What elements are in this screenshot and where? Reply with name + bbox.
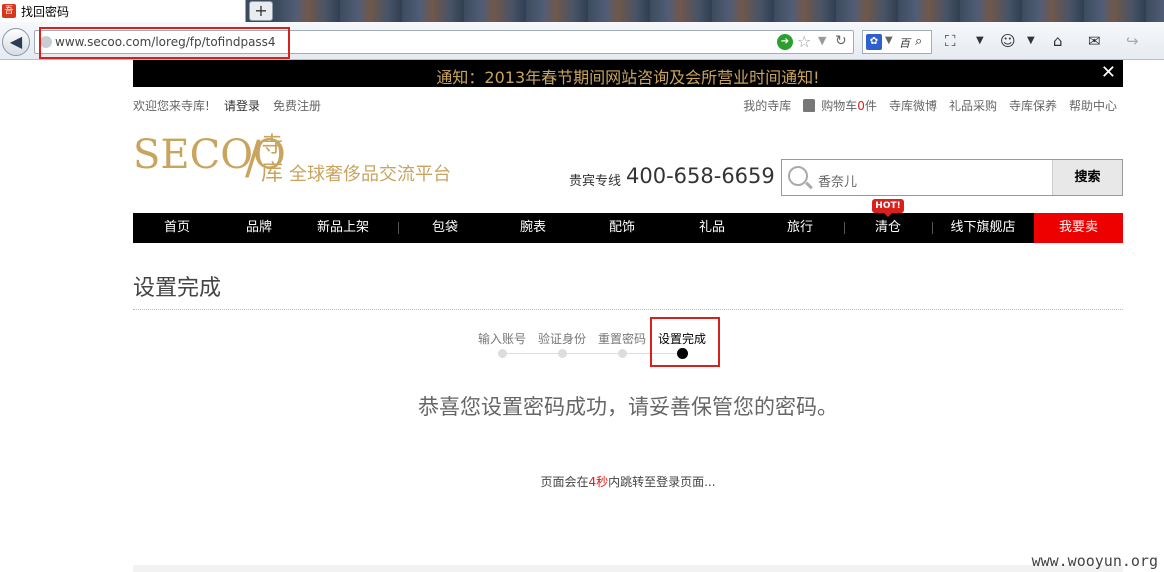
reload-icon[interactable]: ↻: [835, 33, 847, 49]
nav-item-new[interactable]: 新品上架: [297, 213, 389, 243]
nav-item-gifts[interactable]: 礼品: [667, 213, 757, 243]
bookmark-star-icon[interactable]: ☆: [797, 32, 811, 51]
cart-label: 购物车: [821, 99, 858, 113]
nav-item-accessories[interactable]: 配饰: [577, 213, 667, 243]
search-button[interactable]: 搜索: [1052, 160, 1122, 195]
footer-strip: [133, 565, 1123, 572]
register-link[interactable]: 免费注册: [273, 97, 321, 114]
logo-chars: 寺库: [261, 133, 284, 186]
cart-count: 0: [857, 99, 865, 113]
home-icon[interactable]: ⌂: [1053, 32, 1063, 50]
step-label-1: 输入账号: [478, 332, 527, 346]
notice-bar: 通知：2013年春节期间网站咨询及会所营业时间通知! ✕: [133, 60, 1123, 87]
url-highlight-box: [39, 27, 290, 59]
page-title: 设置完成: [133, 276, 222, 301]
nav-divider: [398, 222, 399, 234]
step-label-2: 验证身份: [538, 332, 587, 346]
share-icon[interactable]: ↪: [1126, 32, 1139, 50]
emoji-icon[interactable]: ☺: [1000, 32, 1016, 50]
hotline-label: 贵宾专线: [569, 174, 622, 189]
cart-link[interactable]: 购物车0件: [803, 97, 877, 114]
tab-title: 找回密码: [21, 4, 70, 19]
step-highlight-box: [650, 317, 720, 367]
success-message: 恭喜您设置密码成功，请妥善保管您的密码。: [418, 395, 838, 419]
screenshot-icon[interactable]: ⛶: [945, 32, 956, 50]
search-engine-icon[interactable]: ✿: [866, 34, 882, 50]
logo-slogan: 全球奢侈品交流平台: [289, 164, 451, 185]
nav-item-brand[interactable]: 品牌: [221, 213, 297, 243]
top-right-links: 我的寺库 购物车0件 寺库微博 礼品采购 寺库保养 帮助中心: [743, 97, 1117, 114]
nav-item-watches[interactable]: 腕表: [489, 213, 577, 243]
logo-slash: /: [245, 130, 261, 184]
search-icon[interactable]: ⌕: [915, 34, 922, 49]
welcome-text: 欢迎您来寺库!: [133, 99, 210, 113]
step-label-3: 重置密码: [598, 332, 647, 346]
hot-badge: HOT!: [872, 199, 904, 217]
redirect-suffix: 内跳转至登录页面...: [608, 475, 716, 489]
history-dropdown-icon[interactable]: ▼: [818, 34, 826, 47]
nav-item-offline-store[interactable]: 线下旗舰店: [933, 213, 1033, 243]
my-secoo-link[interactable]: 我的寺库: [743, 97, 791, 114]
search-engine-text: 百: [899, 37, 910, 50]
favicon-icon: 吾: [2, 4, 16, 18]
sell-button[interactable]: 我要卖: [1034, 213, 1123, 243]
redirect-message: 页面会在4秒内跳转至登录页面...: [133, 473, 1123, 490]
step-dot-2: [558, 349, 567, 358]
nav-item-clearance[interactable]: 清仓: [845, 213, 931, 243]
mail-icon[interactable]: ✉: [1088, 32, 1101, 50]
site-logo[interactable]: SECOO / 寺库 全球奢侈品交流平台: [133, 130, 463, 198]
top-links: 欢迎您来寺库! 请登录 免费注册 我的寺库 购物车0件 寺库微博 礼品采购 寺库…: [133, 97, 1123, 115]
gift-link[interactable]: 礼品采购: [949, 97, 997, 114]
redirect-countdown: 4秒: [588, 475, 609, 489]
care-link[interactable]: 寺库保养: [1009, 97, 1057, 114]
new-tab-button[interactable]: +: [249, 1, 273, 21]
go-icon[interactable]: ➔: [777, 34, 793, 50]
nav-item-travel[interactable]: 旅行: [757, 213, 843, 243]
redirect-prefix: 页面会在: [540, 475, 589, 489]
back-button[interactable]: ◀: [2, 28, 30, 56]
emoji-dropdown-icon[interactable]: ▼: [1027, 35, 1035, 46]
nav-item-home[interactable]: 首页: [133, 213, 221, 243]
main-nav: 首页 品牌 新品上架 包袋 腕表 配饰 礼品 旅行 清仓 HOT! 线下旗舰店 …: [133, 199, 1123, 243]
tab-bar: 吾 找回密码 +: [0, 0, 1164, 22]
weibo-link[interactable]: 寺库微博: [889, 97, 937, 114]
browser-tab[interactable]: 吾 找回密码: [0, 0, 246, 22]
search-icon: [788, 166, 808, 186]
login-link[interactable]: 请登录: [224, 97, 260, 114]
hotline-number: 400-658-6659: [626, 164, 775, 188]
divider: [133, 309, 1123, 310]
step-dot-1: [498, 349, 507, 358]
step-dot-3: [618, 349, 627, 358]
search-input[interactable]: 香奈儿: [818, 171, 857, 190]
close-icon[interactable]: ✕: [1101, 62, 1116, 83]
watermark: www.wooyun.org: [1031, 552, 1158, 570]
tab-strip-background: [278, 0, 1164, 22]
cart-icon: [803, 99, 816, 112]
help-link[interactable]: 帮助中心: [1069, 97, 1117, 114]
cart-unit: 件: [864, 99, 877, 113]
browser-search-box[interactable]: ✿ ▼ 百 ⌕: [862, 30, 932, 54]
notice-text[interactable]: 通知：2013年春节期间网站咨询及会所营业时间通知!: [133, 64, 1123, 88]
menu-dropdown-icon[interactable]: ▼: [976, 35, 984, 46]
site-search: 香奈儿 搜索: [781, 159, 1123, 196]
search-engine-dropdown-icon[interactable]: ▼: [885, 35, 893, 46]
nav-item-bags[interactable]: 包袋: [401, 213, 489, 243]
